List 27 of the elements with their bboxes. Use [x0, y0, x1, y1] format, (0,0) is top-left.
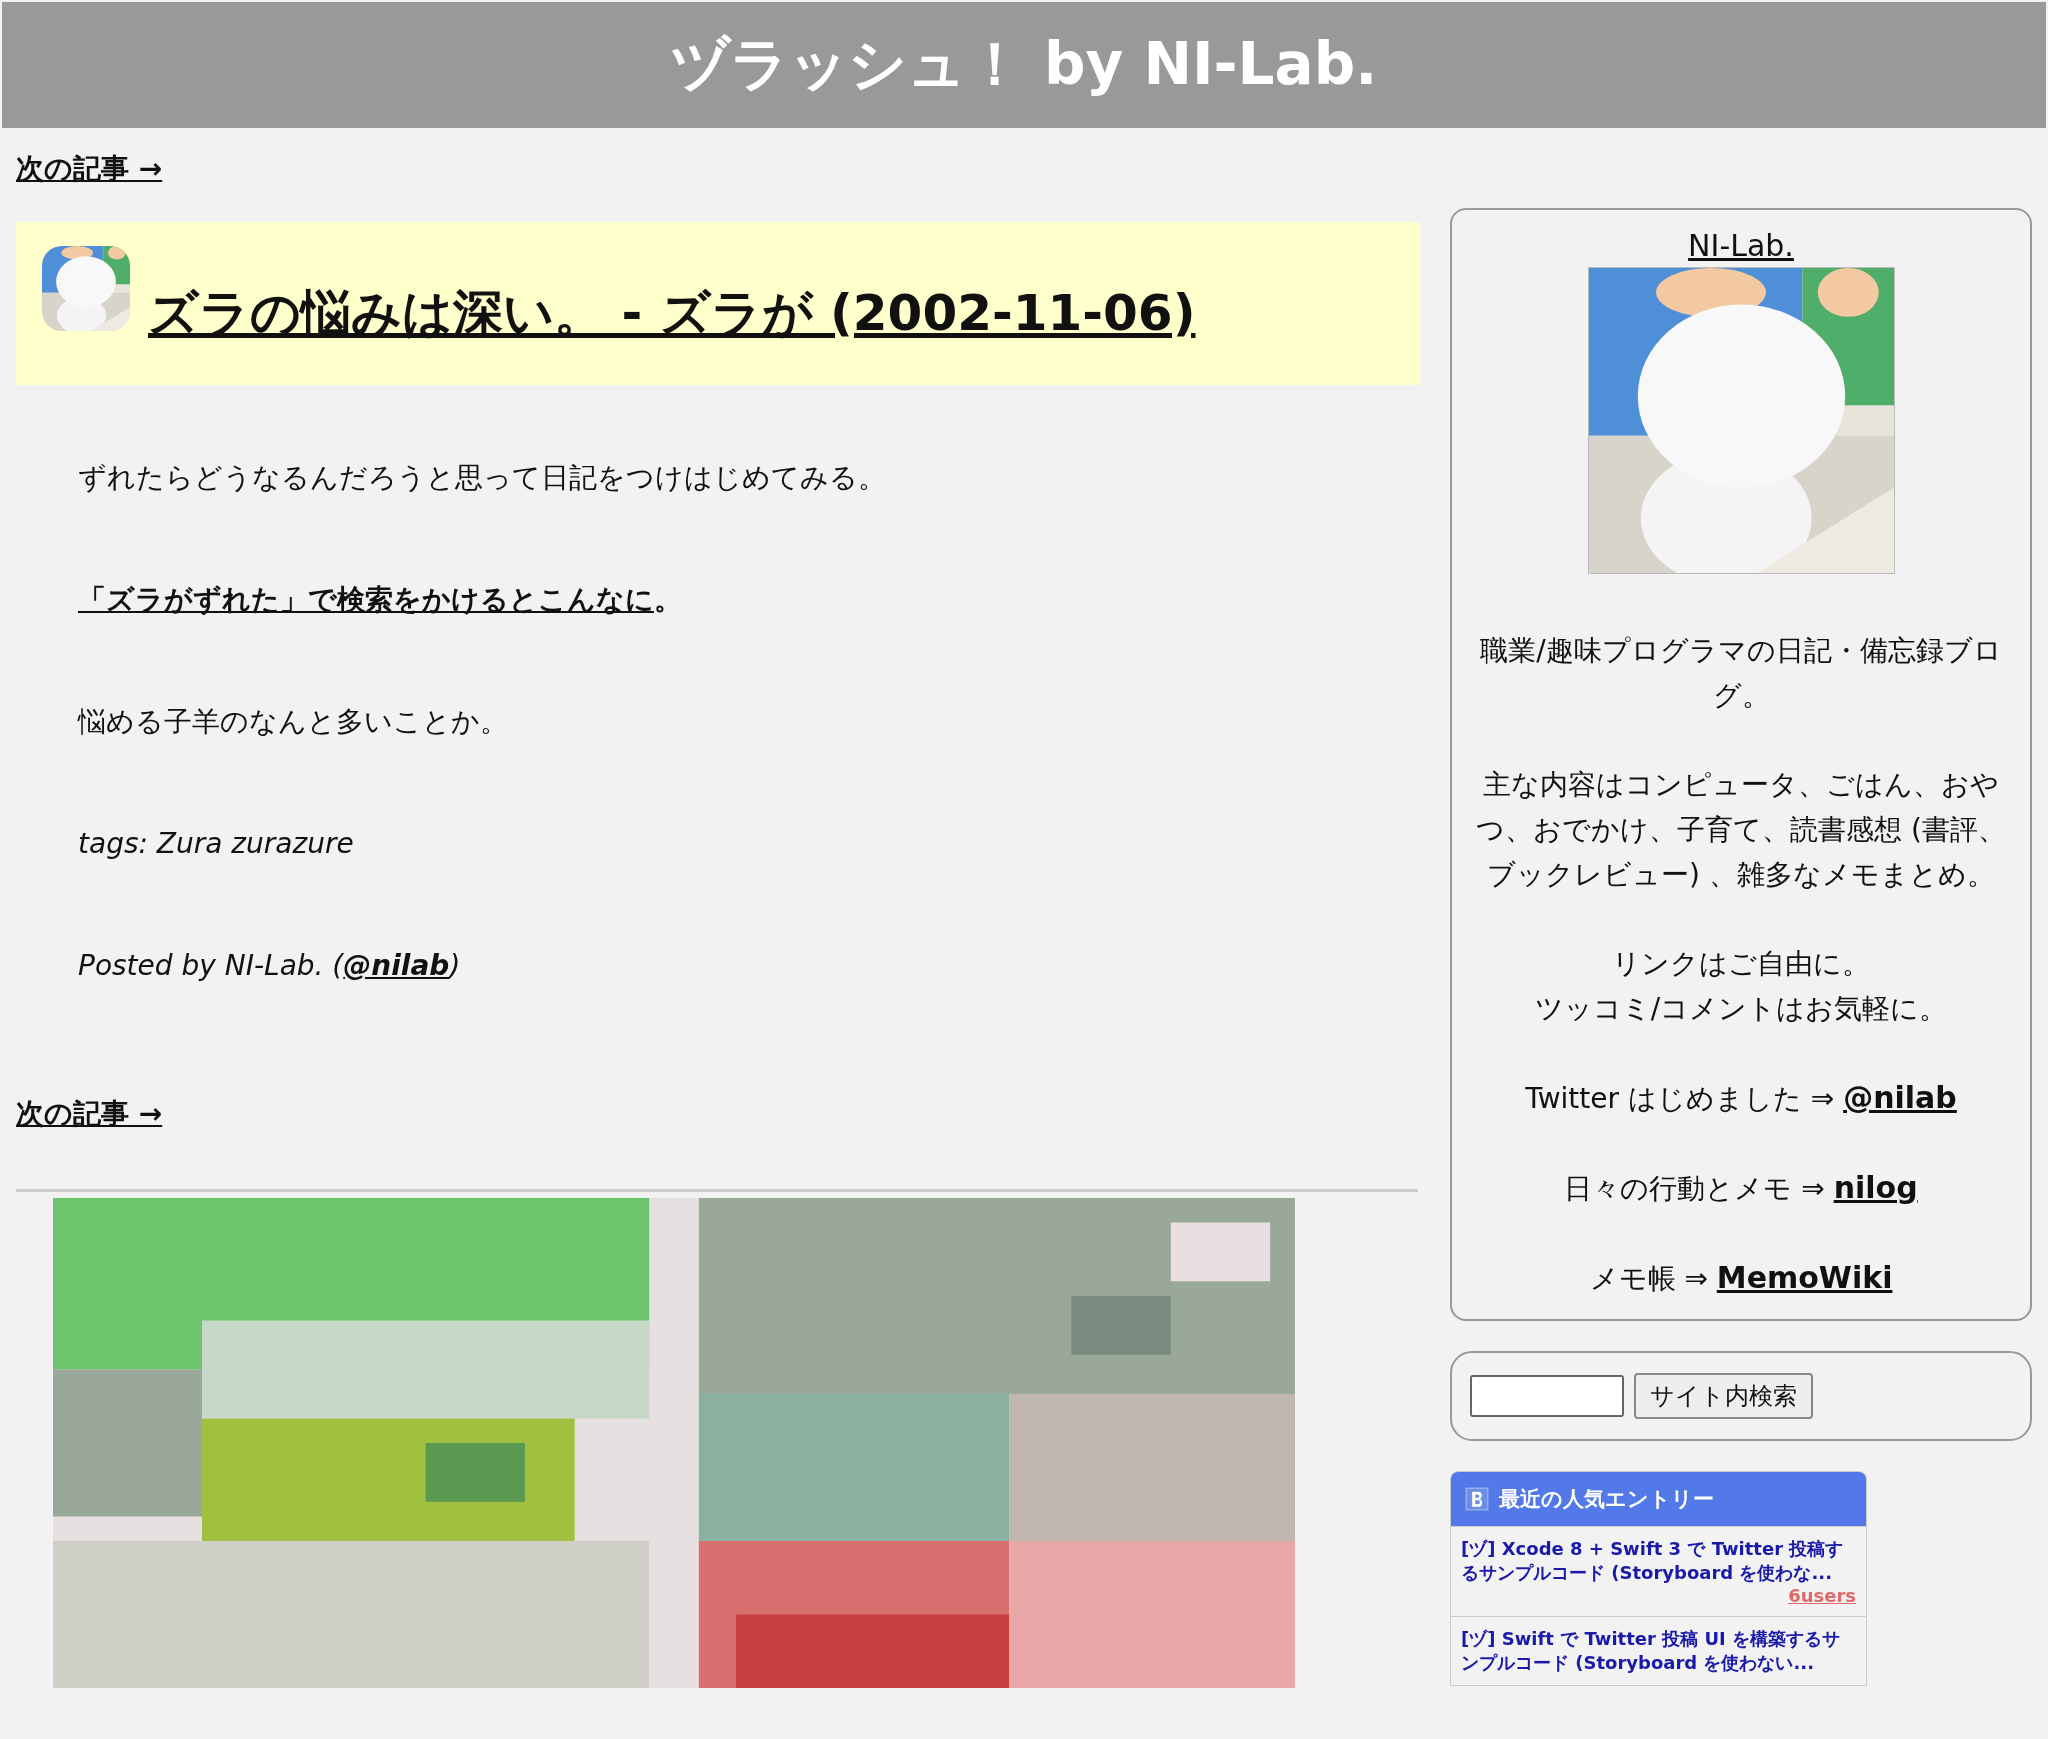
- next-article-link[interactable]: 次の記事 →: [16, 150, 163, 188]
- bookmark-icon: [1465, 1487, 1489, 1511]
- text-link[interactable]: @nilab: [343, 949, 450, 982]
- paragraph: 悩める子羊のなんと多いことか。: [78, 704, 508, 740]
- profile-text: 職業/趣味プログラマの日記・備忘録ブログ。: [1479, 633, 2003, 714]
- profile-text: ツッコミ/コメントはお気軽に。: [1534, 991, 1948, 1027]
- entry-link[interactable]: [ヅ] Xcode 8 + Swift 3 で Twitter 投稿するサンプルコード (Storyboard を使わな...: [1461, 1537, 1856, 1585]
- search-button[interactable]: サイト内検索: [1634, 1373, 1813, 1419]
- profile-name-link[interactable]: NI-Lab.: [1688, 228, 1794, 263]
- widget-title: 最近の人気エントリー: [1499, 1486, 1714, 1513]
- profile-link[interactable]: MemoWiki: [1716, 1260, 1893, 1295]
- entry-link[interactable]: [ヅ] Swift で Twitter 投稿 UI を構築するサンプルコード (Storyboard を使わない...: [1461, 1627, 1856, 1675]
- profile-text: Twitter はじめました ⇒ @nilab: [1525, 1079, 1957, 1117]
- article-title[interactable]: ズラの悩みは深い。 - ズラが (2002-11-06): [148, 280, 1196, 347]
- profile-text: メモ帳 ⇒ MemoWiki: [1589, 1259, 1893, 1297]
- profile-text: 日々の行動とメモ ⇒ nilog: [1564, 1169, 1918, 1207]
- paragraph: tags: Zura zurazure: [78, 826, 354, 862]
- next-article-link[interactable]: 次の記事 →: [16, 1095, 163, 1133]
- profile-link[interactable]: nilog: [1833, 1170, 1918, 1205]
- profile-text: リンクはご自由に。: [1612, 946, 1870, 982]
- search-field[interactable]: [1470, 1375, 1624, 1417]
- text-link[interactable]: 「ズラがずれた」で検索をかけるとこんなに: [78, 583, 654, 616]
- paragraph: Posted by NI-Lab. (@nilab): [78, 948, 461, 984]
- paragraph: 「ズラがずれた」で検索をかけるとこんなに。: [78, 582, 682, 618]
- profile-text: 主な内容はコンピュータ、ごはん、おやつ、おでかけ、子育て、読書感想 (書評、ブックレビュー) 、雑多なメモまとめ。: [1475, 767, 2007, 893]
- paragraph: ずれたらどうなるんだろうと思って日記をつけはじめてみる。: [78, 460, 886, 496]
- profile-link[interactable]: @nilab: [1843, 1080, 1957, 1115]
